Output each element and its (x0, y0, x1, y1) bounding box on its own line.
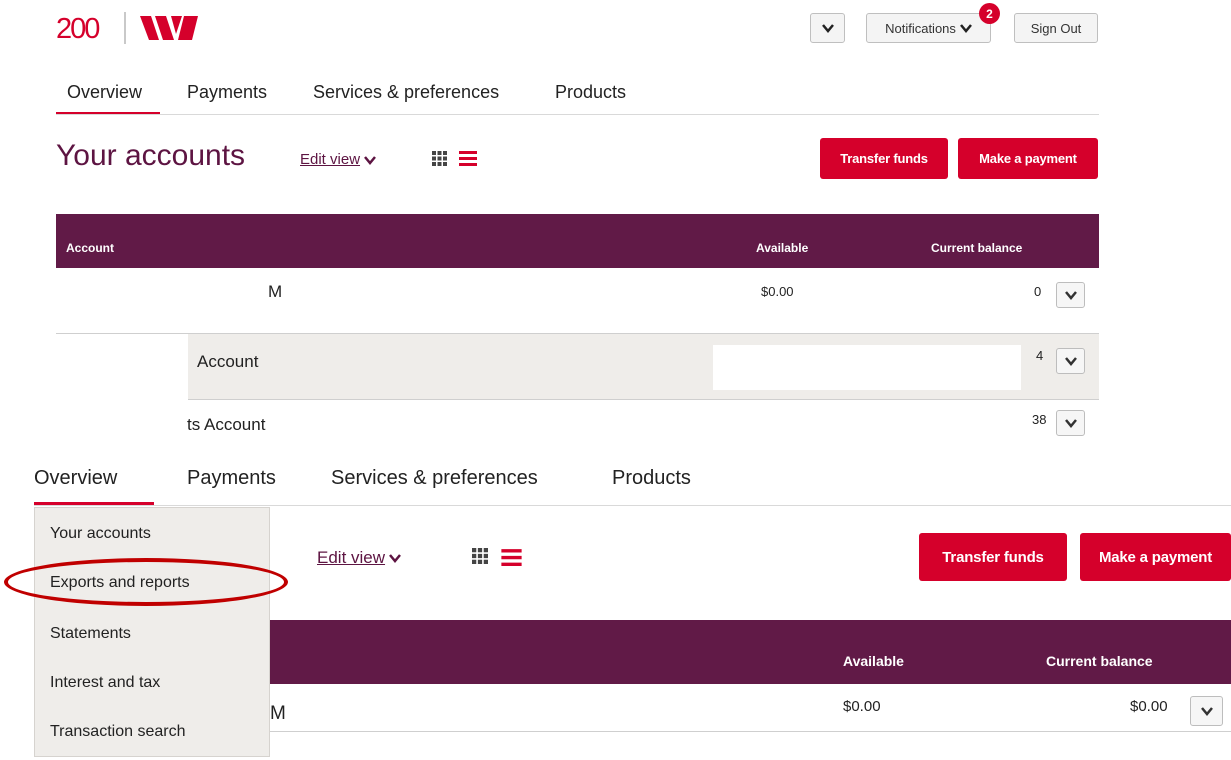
account-name: ts Account (187, 415, 266, 434)
make-payment-button[interactable]: Make a payment (1080, 533, 1231, 581)
account-balance: $0.00 (1130, 698, 1168, 715)
redacted-area (713, 345, 1021, 390)
account-name: Account (197, 352, 259, 371)
logo-number: 200 (56, 13, 100, 45)
transfer-funds-button[interactable]: Transfer funds (820, 138, 948, 179)
notifications-button[interactable]: Notifications (866, 13, 991, 43)
accounts-table-header: Account Available Current balance (56, 214, 1099, 268)
column-current-balance: Current balance (1046, 653, 1153, 669)
expand-row-button[interactable] (1190, 696, 1223, 726)
account-balance: 0 (1034, 284, 1042, 299)
edit-view-link[interactable]: Edit view (300, 151, 376, 168)
make-payment-button[interactable]: Make a payment (958, 138, 1098, 179)
column-available: Available (756, 241, 809, 255)
grid-view-icon[interactable] (472, 548, 488, 564)
column-available: Available (843, 653, 904, 669)
chevron-down-icon (821, 24, 834, 33)
chevron-down-icon (389, 554, 401, 563)
account-menu-button[interactable] (810, 13, 845, 43)
page-title: Your accounts (56, 139, 246, 172)
tab-overview[interactable]: Overview (67, 82, 142, 103)
edit-view-label: Edit view (317, 548, 386, 567)
account-available: $0.00 (843, 698, 881, 715)
redacted-area (56, 268, 268, 288)
account-name: M (268, 282, 283, 301)
tab-services-preferences[interactable]: Services & preferences (331, 467, 538, 490)
logo-divider (124, 12, 126, 44)
edit-view-label: Edit view (300, 151, 361, 168)
tab-services-preferences[interactable]: Services & preferences (313, 82, 499, 103)
sign-out-button[interactable]: Sign Out (1014, 13, 1098, 43)
transfer-funds-button[interactable]: Transfer funds (919, 533, 1067, 581)
highlight-annotation (4, 558, 288, 606)
nav-divider (34, 505, 1231, 506)
column-current-balance: Current balance (931, 241, 1023, 255)
tab-payments[interactable]: Payments (187, 82, 267, 103)
edit-view-link[interactable]: Edit view (317, 548, 401, 568)
column-account: Account (66, 241, 114, 255)
tab-products[interactable]: Products (612, 467, 691, 490)
redacted-area (56, 334, 188, 400)
menu-item-transaction-search[interactable]: Transaction search (50, 723, 185, 741)
notification-count-badge: 2 (979, 3, 1000, 24)
nav-divider (56, 114, 1099, 115)
account-balance: 4 (1036, 348, 1044, 363)
tab-payments[interactable]: Payments (187, 467, 276, 490)
account-balance: 38 (1032, 412, 1047, 427)
list-view-icon[interactable] (501, 548, 522, 566)
chevron-down-icon (1064, 419, 1077, 428)
tab-overview[interactable]: Overview (34, 467, 117, 490)
menu-item-your-accounts[interactable]: Your accounts (50, 525, 151, 543)
expand-row-button[interactable] (1056, 410, 1085, 436)
account-name: M (270, 703, 286, 724)
account-row[interactable]: ts Account 38 (56, 400, 1099, 440)
grid-view-icon[interactable] (432, 151, 447, 166)
menu-item-statements[interactable]: Statements (50, 625, 131, 643)
expand-row-button[interactable] (1056, 348, 1085, 374)
list-view-icon[interactable] (459, 150, 477, 166)
chevron-down-icon (1064, 357, 1077, 366)
chevron-down-icon (1064, 291, 1077, 300)
notifications-label: Notifications (885, 20, 956, 36)
expand-row-button[interactable] (1056, 282, 1085, 308)
overview-dropdown-menu: Your accounts Exports and reports Statem… (34, 507, 270, 757)
menu-item-interest-tax[interactable]: Interest and tax (50, 674, 160, 692)
chevron-down-icon (959, 24, 972, 33)
westpac-logo-icon (140, 16, 198, 40)
tab-products[interactable]: Products (555, 82, 626, 103)
chevron-down-icon (1200, 707, 1213, 716)
account-available: $0.00 (761, 284, 794, 299)
redacted-area (858, 268, 1021, 286)
chevron-down-icon (364, 155, 376, 165)
